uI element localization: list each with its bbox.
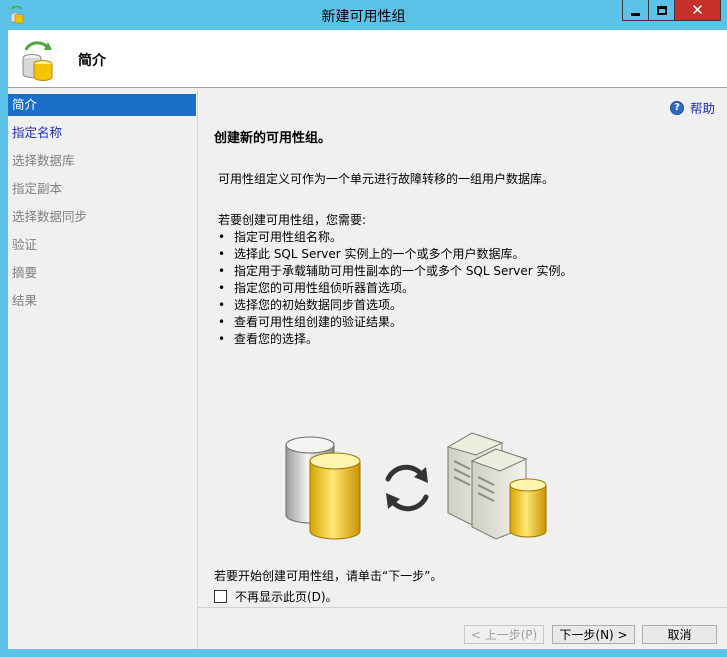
close-button[interactable]: ✕ bbox=[674, 0, 721, 21]
nav-item-results: 结果 bbox=[12, 293, 38, 308]
wizard-footer: < 上一步(P) 下一步(N) > 取消 bbox=[198, 608, 727, 649]
availability-group-icon bbox=[22, 41, 53, 81]
maximize-icon bbox=[656, 5, 667, 15]
previous-button[interactable]: < 上一步(P) bbox=[464, 625, 544, 644]
list-item: 查看可用性组创建的验证结果。 bbox=[218, 314, 573, 331]
sync-arrows-icon bbox=[385, 464, 429, 512]
main-heading: 创建新的可用性组。 bbox=[214, 131, 332, 146]
title-bar[interactable]: 新建可用性组 ✕ bbox=[0, 0, 727, 30]
nav-item-validation: 验证 bbox=[12, 237, 38, 252]
list-item: 查看您的选择。 bbox=[218, 331, 573, 348]
list-item: 选择您的初始数据同步首选项。 bbox=[218, 297, 573, 314]
window-title: 新建可用性组 bbox=[321, 9, 406, 25]
help-link[interactable]: ? 帮助 bbox=[669, 98, 715, 117]
dont-show-again[interactable]: 不再显示此页(D)。 bbox=[214, 588, 338, 605]
help-label: 帮助 bbox=[689, 101, 715, 116]
minimize-icon bbox=[631, 12, 640, 16]
requirements-list: 指定可用性组名称。 选择此 SQL Server 实例上的一个或多个用户数据库。… bbox=[218, 229, 573, 348]
availability-illustration bbox=[285, 432, 547, 540]
server-cluster-icon bbox=[446, 432, 547, 540]
start-instruction: 若要开始创建可用性组，请单击“下一步”。 bbox=[214, 569, 443, 583]
next-button[interactable]: 下一步(N) > bbox=[552, 625, 635, 644]
nav-item-introduction[interactable]: 简介 bbox=[8, 94, 196, 116]
list-item: 指定用于承载辅助可用性副本的一个或多个 SQL Server 实例。 bbox=[218, 263, 573, 280]
dont-show-label[interactable]: 不再显示此页(D)。 bbox=[235, 588, 338, 605]
nav-item-select-databases: 选择数据库 bbox=[12, 153, 75, 168]
help-icon: ? bbox=[669, 100, 684, 115]
page-title: 简介 bbox=[78, 53, 106, 69]
intro-text: 可用性组定义可作为一个单元进行故障转移的一组用户数据库。 bbox=[218, 172, 555, 186]
main-content: ? 帮助 创建新的可用性组。 可用性组定义可作为一个单元进行故障转移的一组用户数… bbox=[198, 89, 727, 607]
nav-item-specify-replicas: 指定副本 bbox=[12, 181, 63, 196]
dont-show-checkbox[interactable] bbox=[214, 590, 227, 603]
list-item: 选择此 SQL Server 实例上的一个或多个用户数据库。 bbox=[218, 246, 573, 263]
nav-item-specify-name[interactable]: 指定名称 bbox=[8, 122, 196, 144]
database-pair-icon bbox=[285, 436, 361, 540]
requirements-title: 若要创建可用性组，您需要: bbox=[218, 213, 367, 227]
nav-item-data-sync: 选择数据同步 bbox=[12, 209, 88, 224]
cancel-button[interactable]: 取消 bbox=[642, 625, 717, 644]
wizard-nav: 简介 指定名称 选择数据库 指定副本 选择数据同步 验证 摘要 结果 bbox=[8, 92, 196, 649]
close-icon: ✕ bbox=[691, 0, 704, 19]
page-header: 简介 bbox=[8, 30, 727, 88]
list-item: 指定可用性组名称。 bbox=[218, 229, 573, 246]
minimize-button[interactable] bbox=[622, 0, 649, 21]
nav-item-summary: 摘要 bbox=[12, 265, 38, 280]
list-item: 指定您的可用性组侦听器首选项。 bbox=[218, 280, 573, 297]
maximize-button[interactable] bbox=[648, 0, 675, 21]
wizard-window: 新建可用性组 ✕ 简介 简介 指定名称 选择数据库 指定副本 选择数据同步 验证… bbox=[0, 0, 727, 657]
wizard-client-area: 简介 简介 指定名称 选择数据库 指定副本 选择数据同步 验证 摘要 结果 ? … bbox=[8, 30, 727, 649]
